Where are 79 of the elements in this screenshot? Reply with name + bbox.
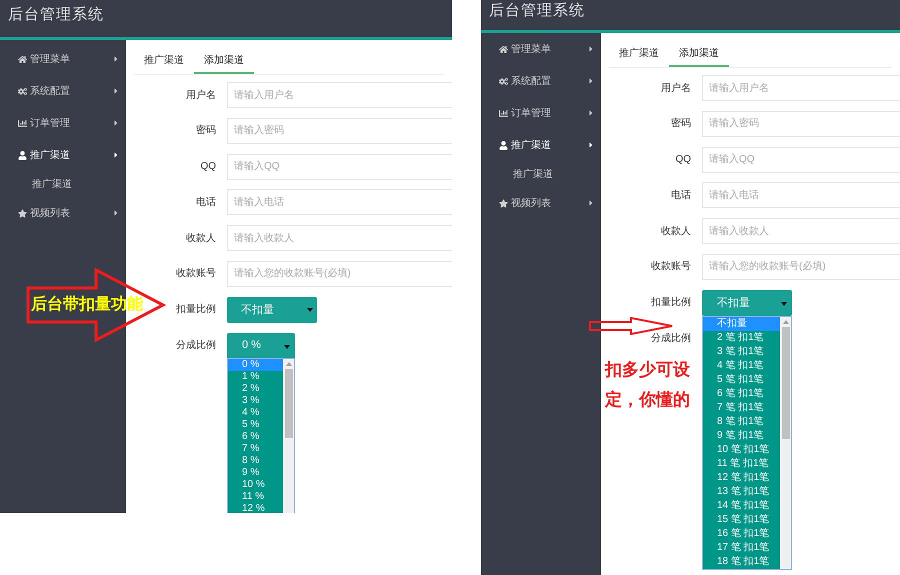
scroll-up-icon[interactable] (782, 320, 788, 324)
dropdown-select[interactable]: 不扣量 (227, 296, 317, 323)
app-title: 后台管理系统 (8, 6, 104, 23)
tab[interactable]: 推广渠道 (134, 48, 194, 74)
input-field[interactable]: 请输入QQ (702, 146, 900, 173)
tab[interactable]: 添加渠道 (194, 48, 254, 74)
sidebar-menu-item[interactable]: 管理菜单 (481, 33, 601, 65)
annotation-text: 扣多少可设定，你懂的 (605, 359, 691, 411)
input-field[interactable]: 请输入用户名 (702, 75, 900, 101)
dropdown-select[interactable]: 不扣量 (702, 290, 792, 316)
tab[interactable]: 添加渠道 (669, 41, 729, 67)
field-label: 用户名 (186, 88, 216, 102)
caret-right-icon (113, 209, 119, 217)
input-field[interactable]: 请输入密码 (702, 110, 900, 137)
home-icon (18, 54, 27, 64)
input-field[interactable]: 请输入收款人 (227, 225, 452, 252)
field-label: 用户名 (661, 82, 691, 96)
field-label: 分成比例 (176, 338, 216, 354)
input-field[interactable]: 请输入QQ (227, 154, 452, 180)
field-label: 密码 (196, 124, 216, 138)
scrollbar[interactable] (780, 316, 791, 569)
caret-down-icon (781, 302, 787, 306)
caret-right-icon (588, 45, 594, 53)
field-label: 收款账号 (176, 266, 216, 282)
caret-right-icon (113, 55, 119, 63)
input-field[interactable]: 请输入收款人 (702, 218, 900, 244)
field-label: 扣量比例 (651, 296, 691, 310)
sidebar-menu-item[interactable]: 视频列表 (0, 197, 126, 229)
sidebar-menu-item[interactable]: 订单管理 (481, 97, 601, 129)
sidebar-menu-item[interactable]: 系统配置 (0, 75, 126, 107)
user-icon (499, 140, 508, 150)
dropdown-option[interactable]: 0 % (228, 359, 283, 372)
caret-right-icon (113, 151, 119, 159)
app-title: 后台管理系统 (489, 2, 585, 19)
input-field[interactable]: 请输入您的收款账号(必填) (702, 254, 900, 280)
sidebar-menu-item[interactable]: 视频列表 (481, 187, 601, 219)
sidebar-menu-item[interactable]: 管理菜单 (0, 43, 126, 75)
bar-chart-icon (499, 108, 508, 118)
caret-down-icon (307, 308, 313, 312)
caret-right-icon (588, 77, 594, 85)
gears-icon (18, 86, 27, 96)
caret-right-icon (588, 141, 594, 149)
input-field[interactable]: 请输入您的收款账号(必填) (227, 260, 452, 287)
caret-right-icon (588, 109, 594, 117)
field-label: 扣量比例 (176, 302, 216, 318)
user-icon (18, 150, 27, 160)
field-label: 电话 (196, 196, 216, 210)
field-label: 密码 (671, 116, 691, 132)
field-label: 收款人 (661, 224, 691, 239)
sidebar-subitem[interactable]: 推广渠道 (481, 161, 601, 187)
dropdown-select[interactable]: 0 % (227, 332, 295, 359)
field-label: QQ (200, 160, 216, 174)
gears-icon (499, 76, 508, 86)
sidebar-menu-item[interactable]: 订单管理 (0, 107, 126, 139)
scroll-up-icon[interactable] (286, 362, 292, 366)
field-label: 收款账号 (651, 260, 691, 274)
star-icon (18, 208, 27, 218)
bar-chart-icon (18, 118, 27, 128)
scrollbar[interactable] (283, 359, 294, 513)
input-field[interactable]: 请输入电话 (227, 189, 452, 216)
input-field[interactable]: 请输入密码 (227, 118, 452, 144)
dropdown-option[interactable]: 不扣量 (703, 316, 780, 331)
field-label: 电话 (671, 188, 691, 203)
sidebar-menu-item[interactable]: 系统配置 (481, 65, 601, 97)
tab[interactable]: 推广渠道 (609, 41, 669, 67)
home-icon (499, 44, 508, 54)
caret-right-icon (588, 199, 594, 207)
star-icon (499, 198, 508, 208)
field-label: 收款人 (186, 232, 216, 246)
caret-down-icon (284, 344, 290, 349)
field-label: 分成比例 (651, 332, 691, 346)
input-field[interactable]: 请输入用户名 (227, 82, 452, 108)
sidebar-menu-item[interactable]: 推广渠道 (0, 139, 126, 171)
sidebar-subitem[interactable]: 推广渠道 (0, 171, 126, 197)
sidebar-menu-item[interactable]: 推广渠道 (481, 129, 601, 161)
caret-right-icon (113, 119, 119, 127)
input-field[interactable]: 请输入电话 (702, 182, 900, 208)
caret-right-icon (113, 87, 119, 95)
field-label: QQ (675, 153, 691, 168)
